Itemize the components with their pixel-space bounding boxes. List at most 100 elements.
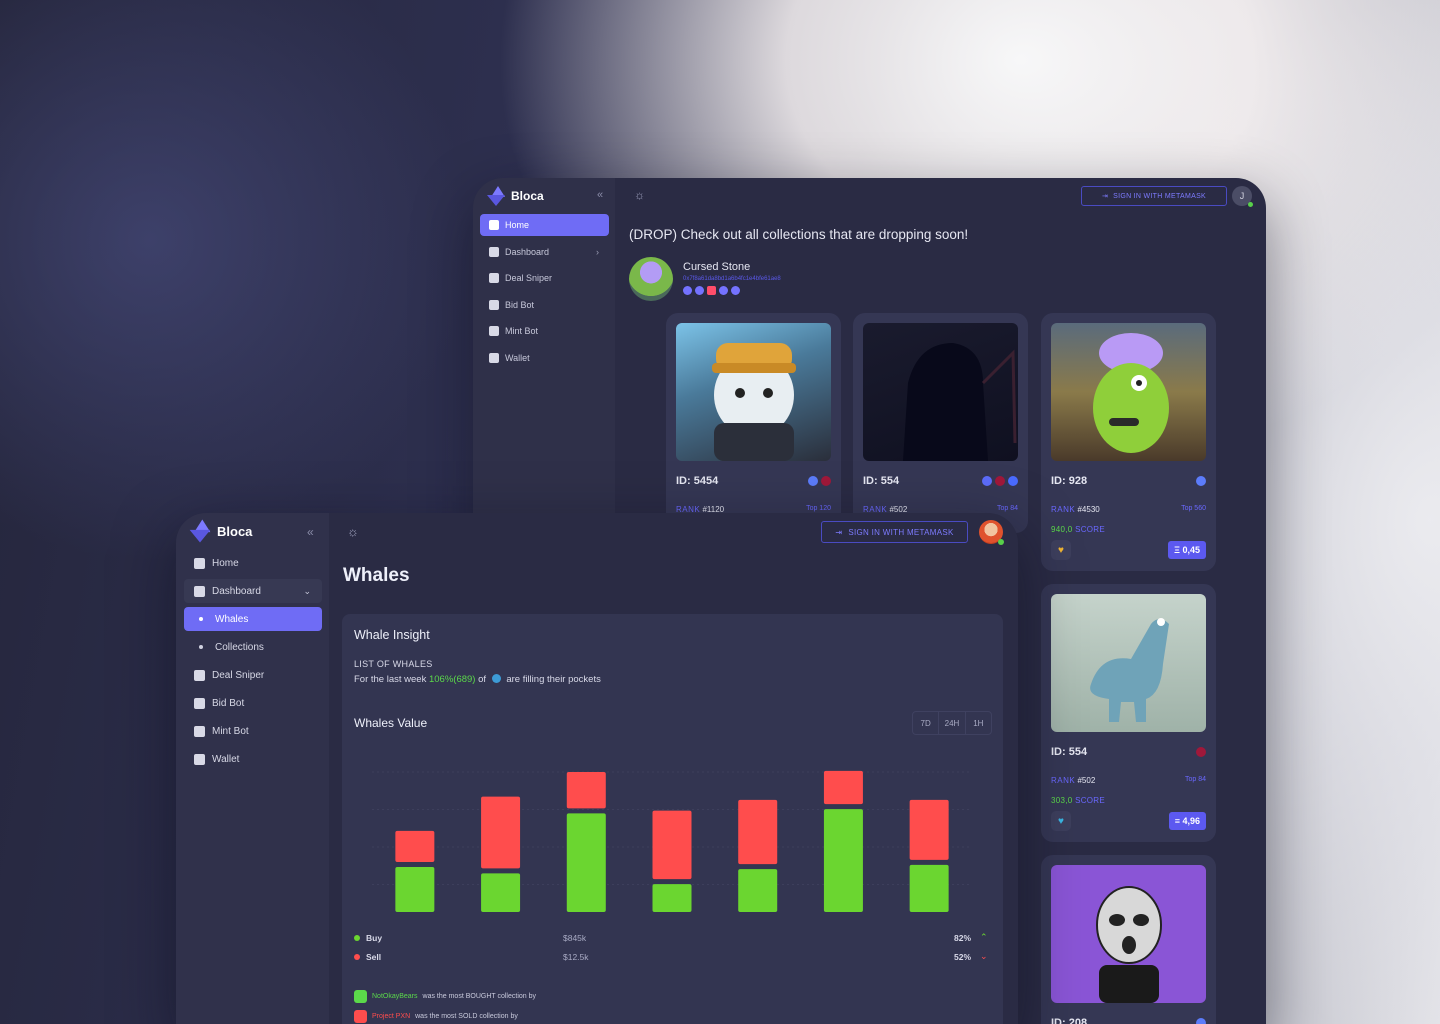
- signin-metamask-button[interactable]: ⇥ SIGN IN WITH METAMASK: [821, 521, 968, 543]
- eth-icon: [982, 476, 992, 486]
- buy-dot-icon: [354, 934, 360, 941]
- nft-id: ID: 554: [1051, 746, 1088, 758]
- bar-buy-0[interactable]: [395, 867, 435, 912]
- note-collection[interactable]: Project PXN: [372, 1013, 410, 1020]
- brand[interactable]: Bloca: [189, 519, 252, 543]
- legend-name: Sell: [366, 951, 382, 962]
- bar-sell-1[interactable]: [481, 796, 521, 869]
- sidebar-item-deal-sniper[interactable]: Deal Sniper: [480, 267, 609, 289]
- page-title: Whales: [343, 565, 410, 586]
- collection-thumbnail: [629, 257, 673, 301]
- summary-prefix: For the last week: [354, 674, 427, 685]
- bullet-icon: [199, 645, 203, 649]
- arrow-down-icon: ⌄: [980, 951, 988, 961]
- price-button[interactable]: ≡ 4,96: [1168, 812, 1206, 830]
- chart-icon: [489, 246, 499, 257]
- rank-label: RANK: [1051, 505, 1076, 514]
- collection-links: [683, 286, 781, 295]
- lightning-icon: [1008, 476, 1018, 486]
- bar-sell-2[interactable]: [566, 772, 606, 809]
- sidebar-item-bid-bot[interactable]: Bid Bot: [184, 691, 322, 715]
- sidebar-item-wallet[interactable]: Wallet: [480, 347, 609, 369]
- nft-card[interactable]: ID: 554 RANK #502 Top 84: [853, 313, 1028, 533]
- note-most-sold: Project PXN was the most SOLD collection…: [354, 1006, 536, 1024]
- legend-row-sell[interactable]: Sell $12.5k 52% ⌄: [354, 947, 994, 966]
- rank-value: #4530: [1077, 505, 1100, 514]
- bar-buy-5[interactable]: [823, 809, 863, 912]
- nft-card[interactable]: ID: 554 RANK #502 Top 84 303,0 SCORE ♥ ≡ …: [1041, 584, 1216, 842]
- nft-id: ID: 208: [1051, 1017, 1088, 1024]
- sidebar-item-label: Home: [212, 557, 239, 569]
- top-badge: Top 560: [1181, 505, 1206, 512]
- sidebar-item-dashboard[interactable]: Dashboard ⌄: [184, 579, 322, 603]
- range-7d[interactable]: 7D: [913, 712, 940, 734]
- bar-buy-1[interactable]: [481, 873, 521, 912]
- avatar[interactable]: [979, 520, 1004, 545]
- bar-sell-4[interactable]: [738, 799, 778, 865]
- sidebar-item-wallet[interactable]: Wallet: [184, 747, 322, 771]
- sidebar-item-dashboard[interactable]: Dashboard ›: [480, 241, 609, 263]
- price-button[interactable]: Ξ 0,45: [1168, 541, 1206, 559]
- collection-header[interactable]: Cursed Stone 0x7f8a61da8bd1a6b4fc1e4bfe6…: [629, 257, 781, 301]
- nft-card[interactable]: ID: 5454 RANK #1120 Top 120: [666, 313, 841, 533]
- collapse-sidebar-icon[interactable]: «: [307, 525, 314, 539]
- nft-card[interactable]: ID: 928 RANK #4530 Top 560 940,0 SCORE ♥ …: [1041, 313, 1216, 571]
- note-most-bought: NotOkayBears was the most BOUGHT collect…: [354, 986, 536, 1006]
- collapse-sidebar-icon[interactable]: «: [597, 189, 603, 201]
- bar-sell-3[interactable]: [652, 810, 692, 880]
- bar-sell-6[interactable]: [909, 799, 949, 860]
- bar-buy-3[interactable]: [652, 884, 692, 912]
- sidebar-item-deal-sniper[interactable]: Deal Sniper: [184, 663, 322, 687]
- favorite-icon[interactable]: ♥: [1051, 811, 1071, 831]
- nft-image: [863, 323, 1018, 461]
- website-icon[interactable]: [719, 286, 728, 295]
- bar-buy-2[interactable]: [566, 813, 606, 912]
- dollar-icon: [489, 273, 499, 283]
- sidebar-item-bid-bot[interactable]: Bid Bot: [480, 294, 609, 316]
- opensea-icon[interactable]: [683, 286, 692, 295]
- sidebar-item-whales[interactable]: Whales: [184, 607, 322, 631]
- insight-summary: For the last week 106%(689) of are filli…: [354, 674, 601, 685]
- nft-illustration: [712, 343, 796, 461]
- sidebar-item-collections[interactable]: Collections: [184, 635, 322, 659]
- theme-toggle-icon[interactable]: ☼: [347, 524, 359, 539]
- note-collection[interactable]: NotOkayBears: [372, 993, 418, 1000]
- legend-row-buy[interactable]: Buy $845k 82% ⌃: [354, 928, 994, 947]
- chart-legend: Buy $845k 82% ⌃ Sell $12.5k 52% ⌄: [354, 928, 994, 966]
- signin-metamask-button[interactable]: ⇥ SIGN IN WITH METAMASK: [1081, 186, 1227, 206]
- range-1h[interactable]: 1H: [966, 712, 991, 734]
- range-24h[interactable]: 24H: [939, 712, 966, 734]
- brand[interactable]: Bloca: [487, 186, 544, 206]
- sidebar-item-mint-bot[interactable]: Mint Bot: [480, 320, 609, 342]
- top-badge: Top 84: [996, 505, 1018, 512]
- collection-name: Cursed Stone: [683, 261, 751, 273]
- sidebar-item-home[interactable]: Home: [480, 214, 609, 236]
- marketplace-icon: [1196, 747, 1206, 757]
- info-icon[interactable]: [731, 286, 740, 295]
- instagram-icon[interactable]: [707, 286, 716, 295]
- bar-buy-6[interactable]: [909, 864, 949, 912]
- bar-sell-0[interactable]: [395, 830, 435, 862]
- bar-sell-5[interactable]: [823, 770, 863, 805]
- sidebar-item-home[interactable]: Home: [184, 551, 322, 575]
- signin-label: SIGN IN WITH METAMASK: [848, 527, 954, 537]
- summary-value: 106%(689): [428, 674, 476, 685]
- nft-badges: [1196, 747, 1206, 757]
- bullet-icon: [199, 617, 203, 621]
- favorite-icon[interactable]: ♥: [1051, 540, 1071, 560]
- dashboard-window-front: Bloca « Home Dashboard ⌄ Whales Collecti…: [176, 513, 1018, 1024]
- eth-icon: [808, 476, 818, 486]
- discord-icon[interactable]: [695, 286, 704, 295]
- home-icon: [489, 220, 499, 230]
- sidebar-item-mint-bot[interactable]: Mint Bot: [184, 719, 322, 743]
- bar-buy-4[interactable]: [738, 869, 778, 912]
- theme-toggle-icon[interactable]: ☼: [634, 188, 645, 202]
- nft-illustration: [1090, 618, 1169, 722]
- nft-card[interactable]: ID: 208: [1041, 855, 1216, 1024]
- chevron-down-icon: ⌄: [303, 585, 311, 596]
- avatar[interactable]: J: [1232, 186, 1253, 207]
- range-selector: 7D 24H 1H: [912, 711, 992, 735]
- collection-address: 0x7f8a61da8bd1a6b4fc1e4bfe61ae8: [683, 276, 781, 282]
- sidebar-item-label: Dashboard: [212, 585, 261, 597]
- nft-id: ID: 928: [1051, 475, 1088, 487]
